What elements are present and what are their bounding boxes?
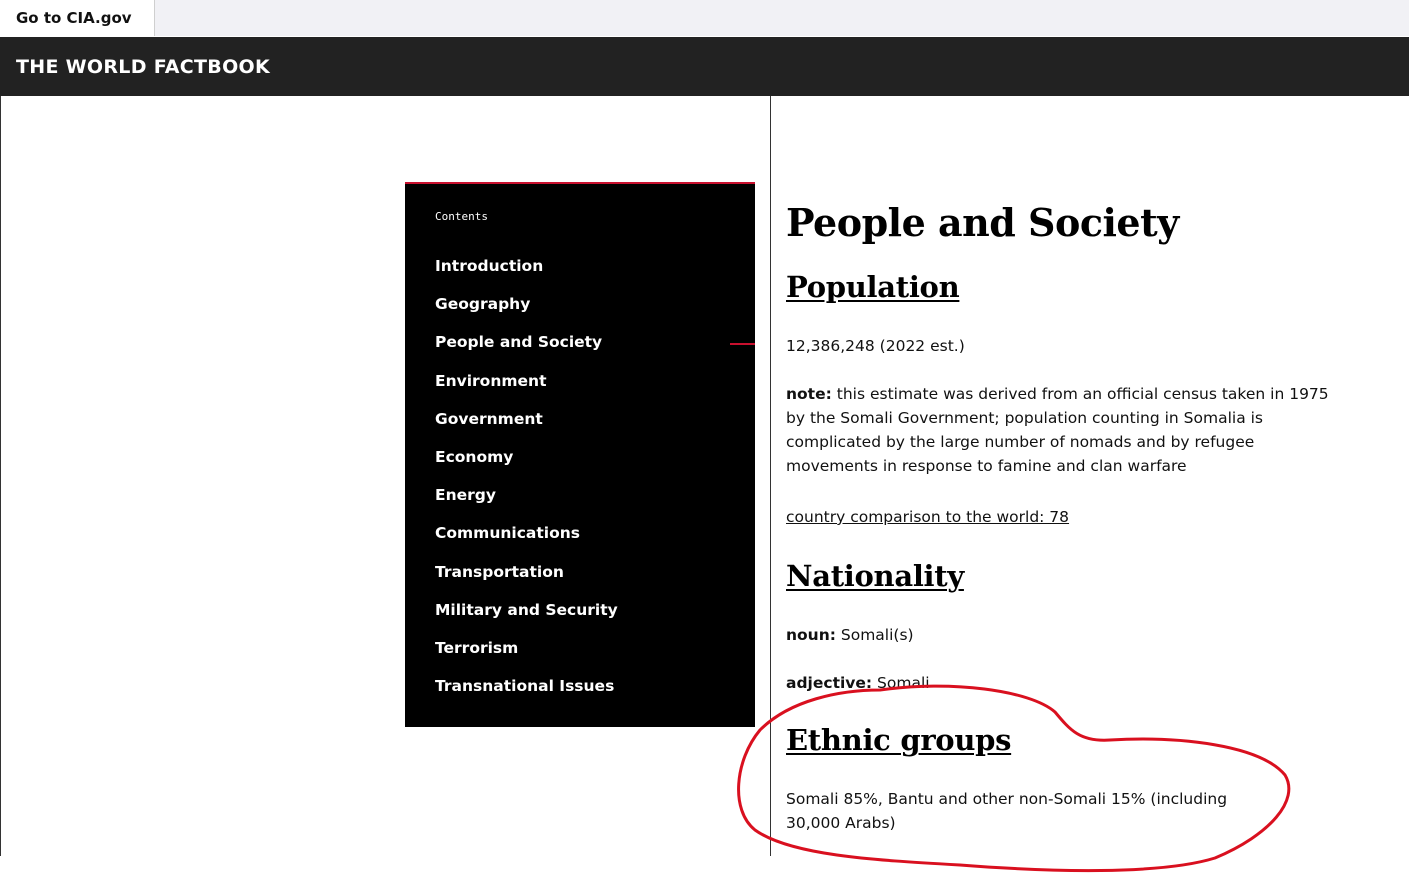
toc-item-terrorism[interactable]: Terrorism xyxy=(435,638,618,676)
active-section-marker xyxy=(730,343,755,345)
note-label: note: xyxy=(786,385,832,403)
top-strip: Go to CIA.gov xyxy=(0,0,1409,36)
adjective-label: adjective: xyxy=(786,674,873,692)
toc-item-energy[interactable]: Energy xyxy=(435,485,618,523)
page: of Aden. Go to CIA.gov THE WORLD FACTBOO… xyxy=(0,0,1409,876)
toc-item-communications[interactable]: Communications xyxy=(435,523,618,561)
ethnic-groups-heading[interactable]: Ethnic groups xyxy=(786,723,1011,757)
toc-item-military-and-security[interactable]: Military and Security xyxy=(435,600,618,638)
noun-value: Somali(s) xyxy=(840,626,914,644)
left-border xyxy=(0,96,1,856)
toc-item-transportation[interactable]: Transportation xyxy=(435,562,618,600)
site-header: THE WORLD FACTBOOK xyxy=(0,37,1409,96)
toc-item-transnational-issues[interactable]: Transnational Issues xyxy=(435,676,618,714)
note-text: this estimate was derived from an offici… xyxy=(786,385,1329,475)
population-heading[interactable]: Population xyxy=(786,270,960,304)
ethnic-groups-value: Somali 85%, Bantu and other non-Somali 1… xyxy=(786,790,1228,832)
contents-list: Introduction Geography People and Societ… xyxy=(435,256,618,714)
toc-item-geography[interactable]: Geography xyxy=(435,294,618,332)
noun-label: noun: xyxy=(786,626,836,644)
nationality-noun: noun: Somali(s) xyxy=(786,623,1336,647)
toc-item-introduction[interactable]: Introduction xyxy=(435,256,618,294)
go-to-cia-link[interactable]: Go to CIA.gov xyxy=(0,0,155,36)
country-comparison-link[interactable]: country comparison to the world: 78 xyxy=(786,508,1069,526)
content-divider xyxy=(770,96,771,856)
toc-item-people-and-society[interactable]: People and Society xyxy=(435,332,618,370)
adjective-value: Somali xyxy=(877,674,930,692)
contents-panel: Contents Introduction Geography People a… xyxy=(405,182,755,727)
toc-item-environment[interactable]: Environment xyxy=(435,371,618,409)
population-note: note: this estimate was derived from an … xyxy=(786,382,1336,478)
population-value: 12,386,248 (2022 est.) xyxy=(786,337,965,355)
toc-item-government[interactable]: Government xyxy=(435,409,618,447)
section-title: People and Society xyxy=(786,200,1179,245)
nationality-heading[interactable]: Nationality xyxy=(786,559,964,593)
site-title[interactable]: THE WORLD FACTBOOK xyxy=(16,56,270,78)
toc-item-economy[interactable]: Economy xyxy=(435,447,618,485)
contents-heading: Contents xyxy=(435,210,488,223)
nationality-adjective: adjective: Somali xyxy=(786,671,1336,695)
